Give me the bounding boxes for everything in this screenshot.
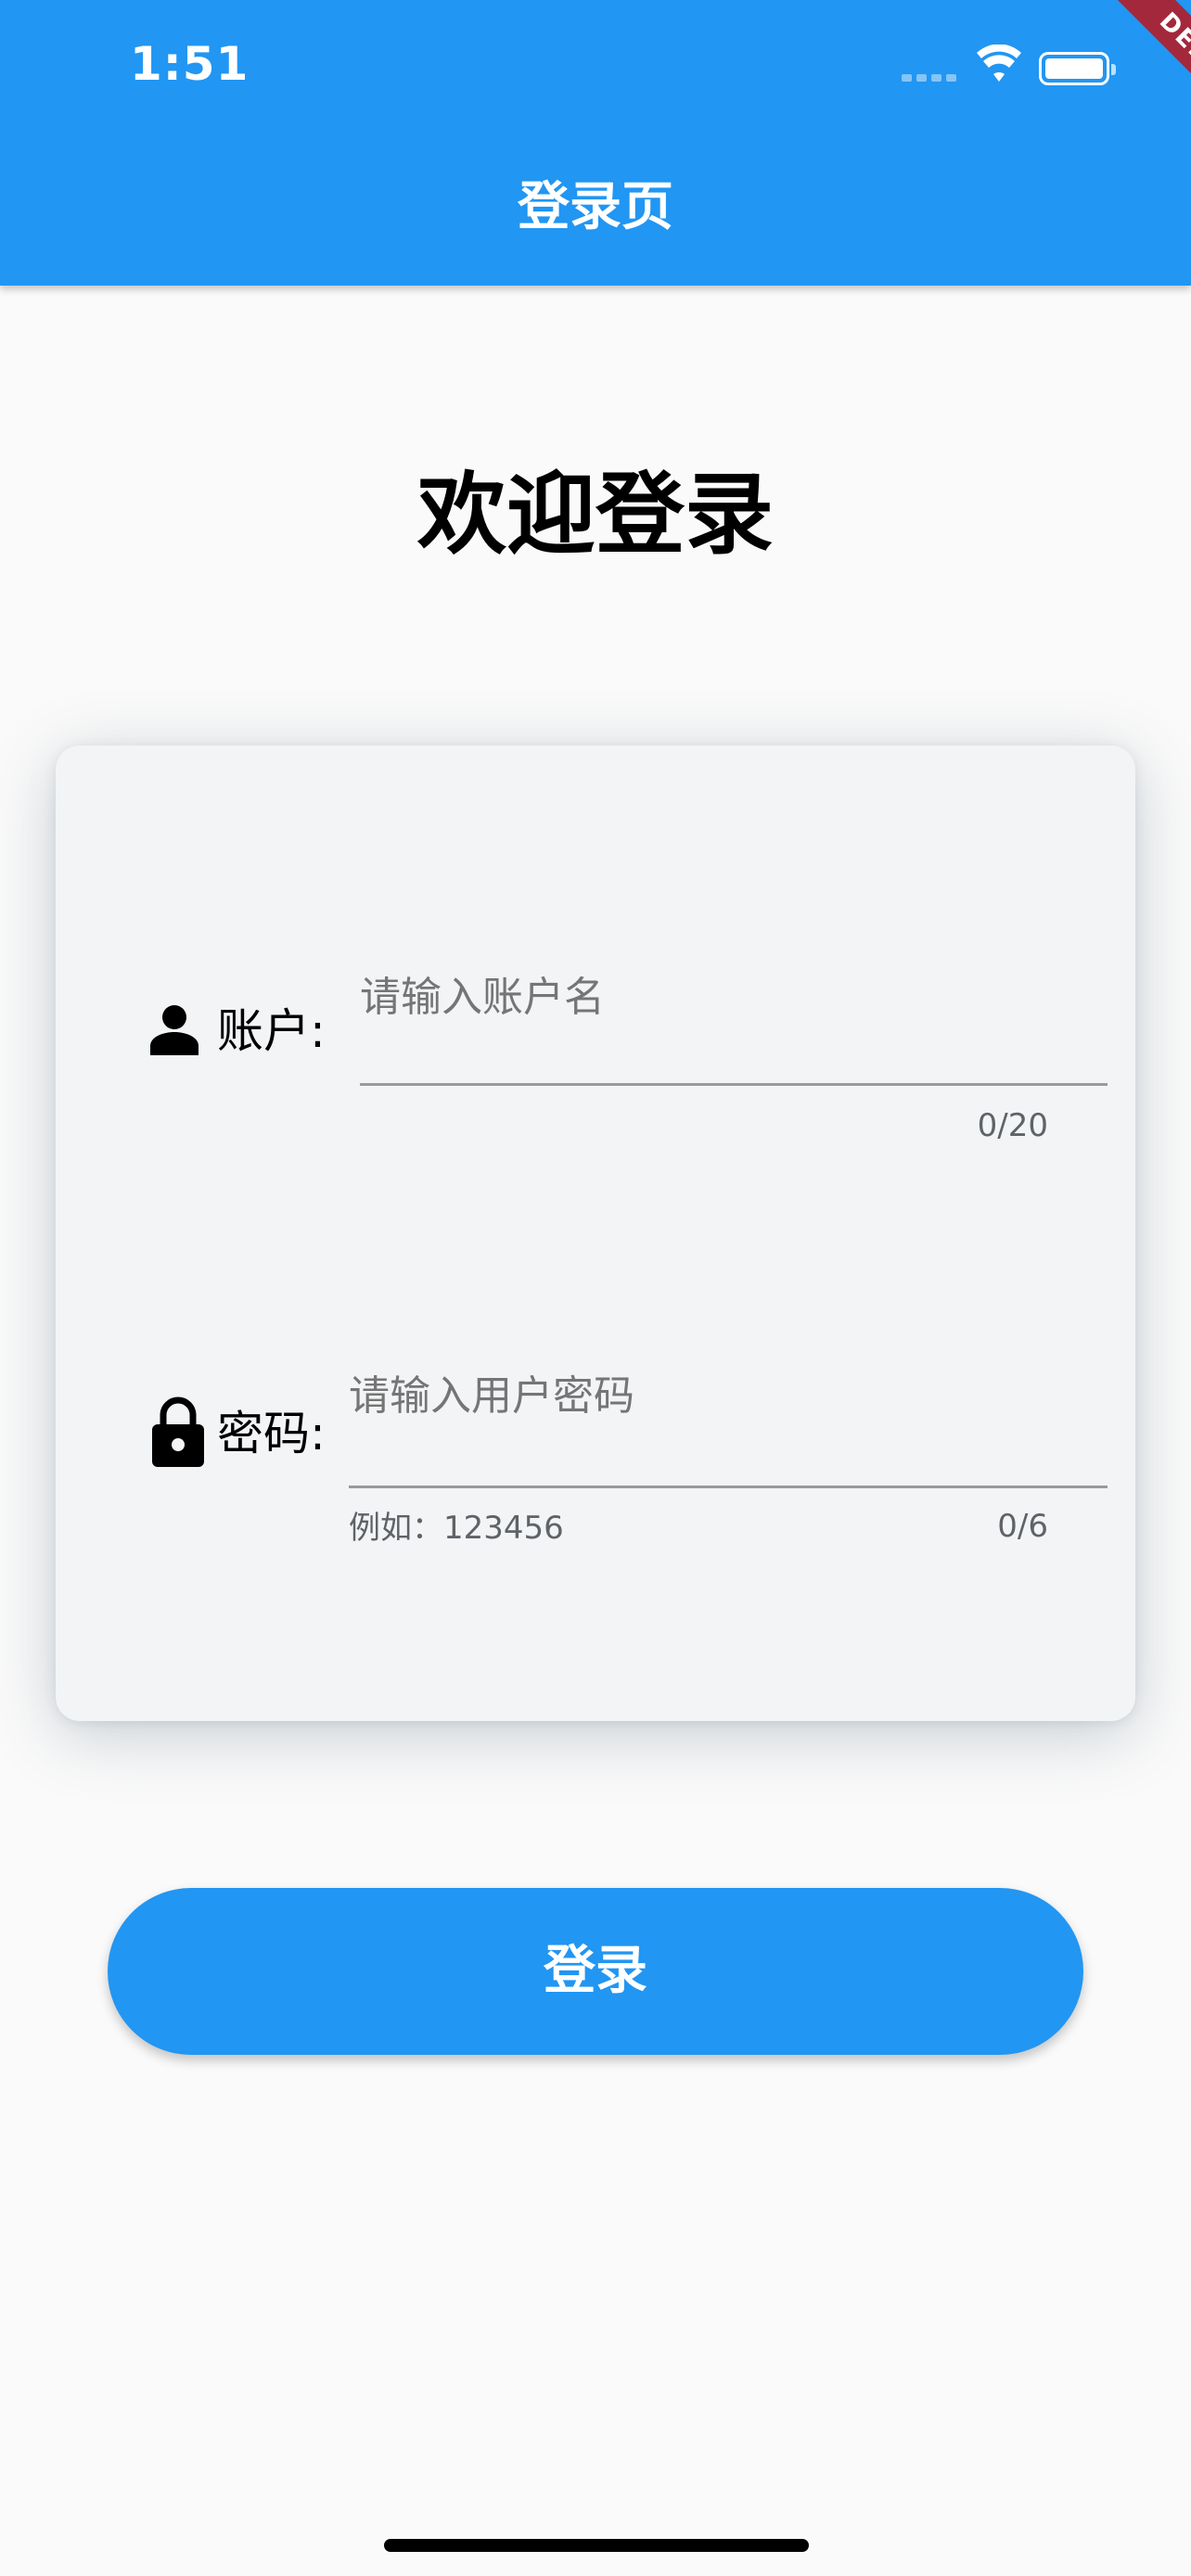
- login-card: 账户: 0/20 密码: 例如：123456 0/6: [56, 746, 1135, 1721]
- login-button[interactable]: 登录: [108, 1888, 1083, 2055]
- password-row: 密码: 例如：123456 0/6: [56, 1228, 1135, 1721]
- password-input[interactable]: [349, 1363, 1102, 1428]
- wifi-icon: [977, 45, 1021, 82]
- password-counter: 0/6: [997, 1508, 1048, 1545]
- account-counter: 0/20: [977, 1107, 1048, 1144]
- debug-banner: DEBUG: [1024, 0, 1191, 167]
- account-input[interactable]: [360, 964, 1102, 1029]
- password-helper-text: 例如：123456: [349, 1510, 564, 1547]
- welcome-title: 欢迎登录: [417, 463, 774, 567]
- lock-icon: [152, 1396, 204, 1467]
- password-underline: [349, 1486, 1108, 1488]
- account-row: 账户: 0/20: [56, 746, 1135, 1228]
- debug-banner-label: DEBUG: [1087, 0, 1191, 167]
- app-bar-title: 登录页: [518, 177, 673, 237]
- password-label: 密码:: [217, 1407, 326, 1460]
- home-indicator: [384, 2539, 809, 2552]
- account-underline: [360, 1083, 1108, 1086]
- cellular-signal-icon: [902, 74, 957, 83]
- person-icon: [150, 1005, 198, 1055]
- account-label: 账户:: [217, 1004, 326, 1058]
- status-time: 1:51: [130, 37, 250, 91]
- app-bar: 1:51 登录页: [0, 0, 1191, 286]
